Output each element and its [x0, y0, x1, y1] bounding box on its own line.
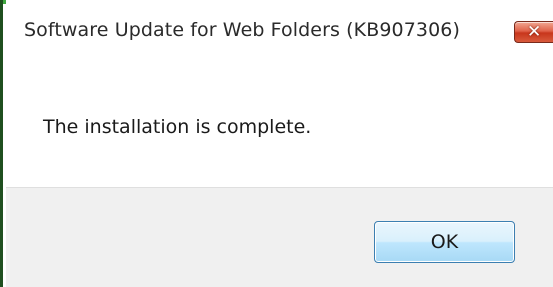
close-icon: ✕ — [527, 22, 542, 42]
ok-button[interactable]: OK — [374, 221, 515, 263]
dialog-footer: OK — [6, 187, 553, 287]
dialog-window: Software Update for Web Folders (KB90730… — [0, 0, 553, 287]
close-button[interactable]: ✕ — [514, 21, 553, 43]
dialog-content: The installation is complete. — [6, 60, 553, 187]
title-bar[interactable]: Software Update for Web Folders (KB90730… — [6, 0, 553, 60]
window-title: Software Update for Web Folders (KB90730… — [24, 19, 460, 41]
dialog-message: The installation is complete. — [43, 116, 312, 138]
